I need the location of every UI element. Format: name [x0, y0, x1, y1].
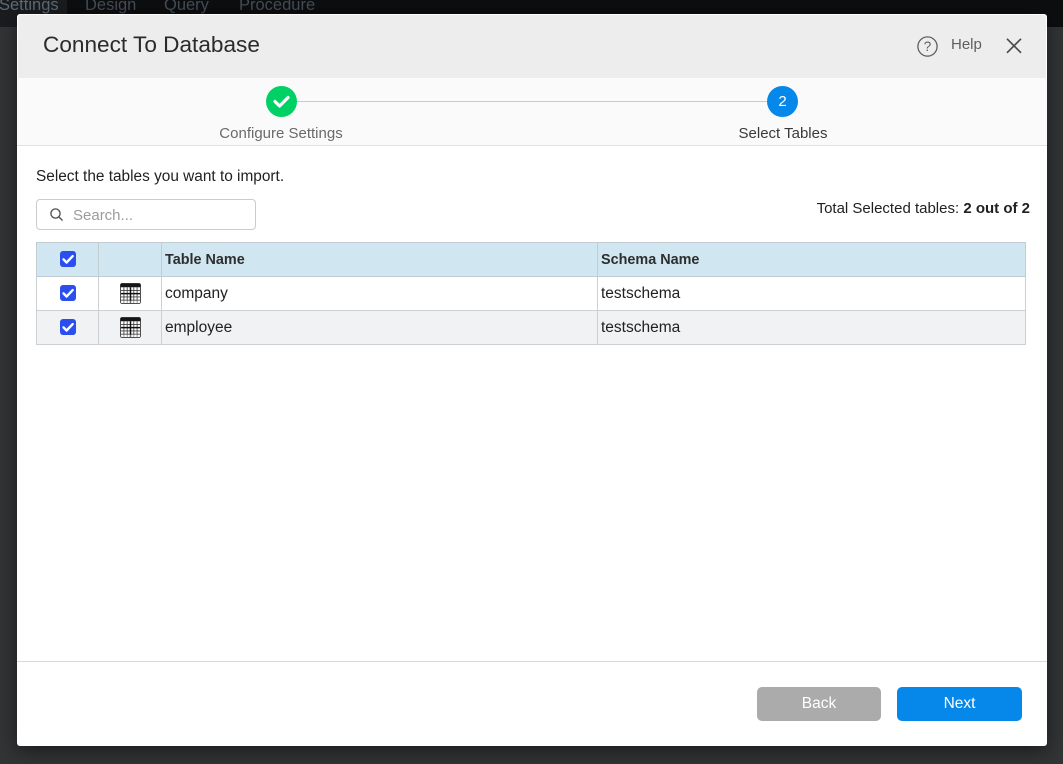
svg-text:?: ?: [924, 39, 932, 54]
